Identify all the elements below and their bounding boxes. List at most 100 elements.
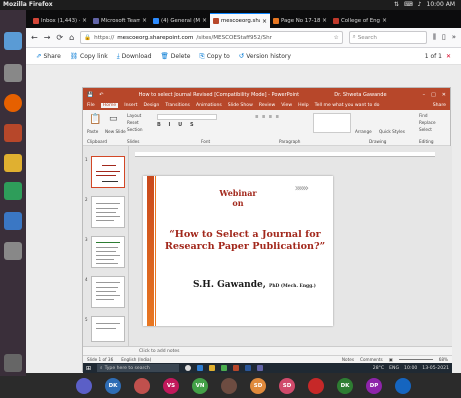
chrome-icon[interactable] <box>221 365 228 371</box>
home-icon[interactable]: ⌂ <box>69 33 74 42</box>
participant-avatar[interactable] <box>76 377 92 394</box>
weather[interactable]: 28°C <box>373 366 384 371</box>
input-language[interactable]: ENG <box>389 366 399 371</box>
powerpoint-icon[interactable] <box>233 365 240 371</box>
tab-close-icon[interactable]: × <box>202 17 207 24</box>
ppt-menu-design[interactable]: Design <box>143 103 159 108</box>
sidebar-icon[interactable]: ▯ <box>442 33 446 42</box>
windows-date[interactable]: 13-05-2021 <box>422 366 449 371</box>
paragraph-buttons[interactable]: ≡ ≡ ≡ ≡ <box>255 114 280 119</box>
participant-avatar[interactable]: VN <box>192 377 208 394</box>
save-icon[interactable]: 💾 <box>87 92 93 98</box>
participant-avatar[interactable]: VS <box>163 377 179 394</box>
font-name-box[interactable] <box>157 114 217 120</box>
windows-time[interactable]: 10:00 <box>404 366 417 371</box>
normal-view-icon[interactable]: ▣ <box>389 357 393 362</box>
participant-avatar[interactable] <box>308 377 324 394</box>
browser-tab[interactable]: mescoeorg.sharep...× <box>210 13 270 28</box>
ppt-menu-review[interactable]: Review <box>259 103 275 108</box>
network-icon[interactable]: ⇅ <box>394 0 399 10</box>
notes-toggle[interactable]: Notes <box>342 357 354 362</box>
clock[interactable]: 10:00 AM <box>427 0 455 10</box>
slide-thumbnail[interactable]: 5 <box>85 316 125 342</box>
tab-close-icon[interactable]: × <box>382 17 387 24</box>
url-bar[interactable]: 🔒 https://mescoeorg.sharepoint.com/sites… <box>80 31 343 44</box>
drive-icon[interactable] <box>4 242 22 260</box>
menu-icon[interactable]: » <box>452 33 456 42</box>
participant-avatar[interactable]: SD <box>250 377 266 394</box>
zoom-slider[interactable] <box>398 359 433 360</box>
notes-pane[interactable]: Click to add notes <box>83 346 452 355</box>
find-button[interactable]: Find <box>419 113 428 118</box>
edge-icon[interactable] <box>197 365 204 371</box>
browser-tab[interactable]: (4) General (MESCOE× <box>150 13 210 28</box>
ppt-menu-home[interactable]: Home <box>100 103 119 108</box>
participant-avatar[interactable]: DK <box>337 377 353 394</box>
current-slide[interactable]: »»» Webinar on “How to Select a Journal … <box>143 176 333 326</box>
bookmark-star-icon[interactable]: ☆ <box>334 35 339 41</box>
volume-icon[interactable]: ♪ <box>418 0 422 10</box>
files-icon[interactable] <box>4 64 22 82</box>
slide-thumbnail[interactable]: 1 <box>85 156 125 188</box>
search-field[interactable]: ⌕ Search <box>348 31 427 44</box>
tell-me-box[interactable]: Tell me what you want to do <box>315 103 380 108</box>
section-button[interactable]: Section <box>127 127 143 132</box>
browser-tab[interactable]: Microsoft Teams Sig...× <box>90 13 150 28</box>
calc-icon[interactable] <box>4 182 22 200</box>
copy-to-button[interactable]: ⎘ Copy to <box>199 52 229 61</box>
delete-button[interactable]: 🗑 Delete <box>161 52 191 60</box>
firefox-icon[interactable] <box>4 94 22 112</box>
language-indicator[interactable]: English (India) <box>121 357 151 362</box>
paste-icon[interactable]: 📋 <box>89 114 101 125</box>
participant-avatar[interactable]: DP <box>366 377 382 394</box>
participant-avatar[interactable] <box>395 377 411 394</box>
ppt-menu-slide-show[interactable]: Slide Show <box>228 103 253 108</box>
forward-icon[interactable]: → <box>44 33 51 42</box>
slide-thumbnail-pane[interactable]: 1 2 3 4 5 <box>83 146 129 346</box>
ppt-share-button[interactable]: Share <box>433 103 446 108</box>
tab-close-icon[interactable]: × <box>322 17 327 24</box>
windows-start-icon[interactable]: ⊞ <box>86 365 91 372</box>
close-viewer-icon[interactable]: ✕ <box>446 53 451 60</box>
ppt-menu-animations[interactable]: Animations <box>196 103 222 108</box>
download-button[interactable]: ⤓ Download <box>117 52 152 61</box>
library-icon[interactable]: ⫼ <box>433 33 436 42</box>
new-slide-button[interactable]: New Slide <box>105 129 126 134</box>
reset-button[interactable]: Reset <box>127 120 139 125</box>
browser-tab[interactable]: Inbox (1,443) - jaya...× <box>30 13 90 28</box>
layout-button[interactable]: Layout <box>127 113 141 118</box>
ppt-menu-insert[interactable]: Insert <box>124 103 137 108</box>
tab-close-icon[interactable]: × <box>262 18 267 25</box>
writer-icon[interactable] <box>4 212 22 230</box>
shapes-gallery[interactable] <box>313 113 351 133</box>
font-format-buttons[interactable]: B I U S <box>157 122 197 128</box>
cortana-icon[interactable] <box>185 365 192 371</box>
ppt-menu-view[interactable]: View <box>281 103 292 108</box>
comments-toggle[interactable]: Comments <box>360 357 383 362</box>
ppt-menu-file[interactable]: File <box>87 103 95 108</box>
quick-styles-button[interactable]: Quick Styles <box>379 129 405 134</box>
paste-button[interactable]: Paste <box>87 129 98 134</box>
replace-button[interactable]: Replace <box>419 120 436 125</box>
zoom-level[interactable]: 68% <box>439 357 448 362</box>
tab-close-icon[interactable]: × <box>142 17 147 24</box>
back-icon[interactable]: ← <box>31 33 38 42</box>
ppt-menu-transitions[interactable]: Transitions <box>165 103 190 108</box>
slide-thumbnail[interactable]: 2 <box>85 196 125 228</box>
slide-thumbnail[interactable]: 3 <box>85 236 125 268</box>
tab-close-icon[interactable]: × <box>82 17 87 24</box>
version-history-button[interactable]: ↺ Version history <box>239 52 291 60</box>
browser-tab[interactable]: Page No 17-18 basi...× <box>270 13 330 28</box>
participant-avatar[interactable] <box>221 377 237 394</box>
system-tray[interactable]: ⇅ ⌨ ♪ 10:00 AM <box>394 0 455 10</box>
powerpoint-icon[interactable] <box>4 124 22 142</box>
browser-tab[interactable]: College of Engineeri...× <box>330 13 390 28</box>
share-button[interactable]: ⇗ Share <box>36 52 61 60</box>
chrome-icon[interactable] <box>4 32 22 50</box>
ppt-menu-help[interactable]: Help <box>298 103 308 108</box>
participant-avatar[interactable] <box>134 377 150 394</box>
select-button[interactable]: Select <box>419 127 432 132</box>
undo-icon[interactable]: ↶ <box>99 92 103 98</box>
slide-thumbnail[interactable]: 4 <box>85 276 125 308</box>
reload-icon[interactable]: ⟳ <box>56 33 63 42</box>
